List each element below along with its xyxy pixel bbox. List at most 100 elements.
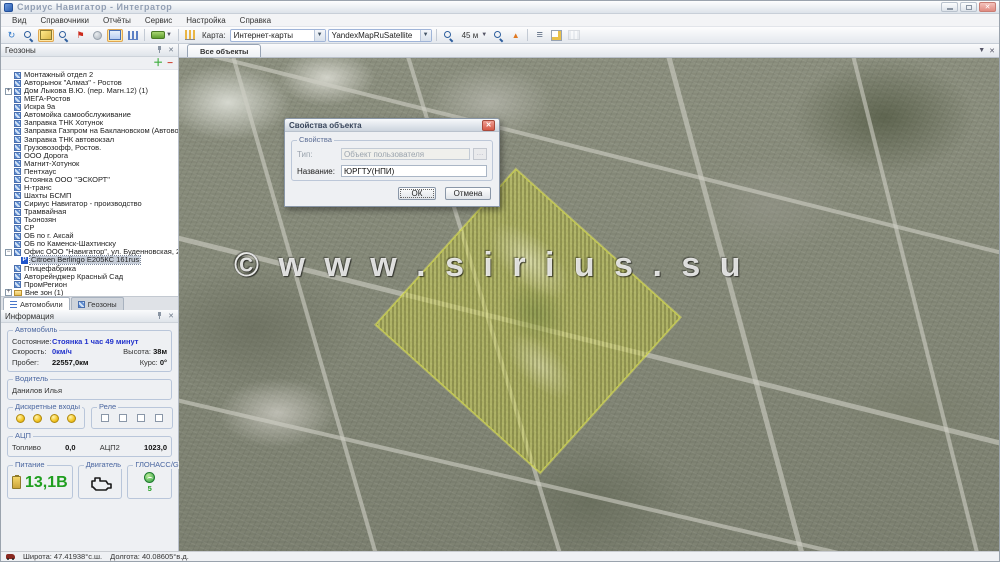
relay-checkbox[interactable]	[155, 414, 163, 422]
map-tab-all-objects[interactable]: Все объекты	[187, 44, 261, 57]
add-geozone-button[interactable]: ＋	[153, 59, 163, 68]
refresh-icon[interactable]	[4, 29, 19, 42]
menu-bar: ВидСправочникиОтчётыСервисНастройкаСправ…	[1, 14, 999, 27]
dialog-title-bar[interactable]: Свойства объекта ✕	[285, 119, 499, 132]
relay-checkbox[interactable]	[137, 414, 145, 422]
zoom-level-icon[interactable]: 45 м▼	[458, 29, 490, 42]
geozone-tree: Монтажный отдел 2Авторынок "Алмаз" - Рос…	[1, 70, 178, 296]
battery-icon	[12, 476, 21, 489]
vehicle-icon[interactable]: ▼	[149, 29, 174, 42]
expander-icon[interactable]: +	[5, 289, 12, 296]
close-button[interactable]: ✕	[979, 2, 996, 12]
measure-icon[interactable]	[125, 29, 140, 42]
chevron-down-icon[interactable]: ▼	[314, 30, 325, 41]
driver-group-label: Водитель	[13, 375, 50, 383]
watermark: © w w w . s i r i u s . s u	[234, 246, 745, 285]
zoom-window-icon[interactable]	[56, 29, 71, 42]
map-area: Все объекты ▼ ✕ © w w w . s i r i u s . …	[179, 44, 999, 551]
relay-group: Реле	[91, 407, 173, 429]
map-layer-combobox[interactable]: YandexMapRuSatellite ▼	[328, 29, 432, 42]
expander-icon[interactable]: +	[5, 88, 12, 95]
zoom-mode-icon[interactable]	[21, 29, 36, 42]
zone-icon	[14, 136, 21, 143]
pin-icon[interactable]	[156, 312, 163, 320]
route-icon[interactable]	[508, 29, 523, 42]
dialog-close-button[interactable]: ✕	[482, 120, 495, 131]
map-select-icon[interactable]	[38, 29, 54, 42]
chart-icon[interactable]	[183, 29, 198, 42]
zoom-in-icon[interactable]	[441, 29, 456, 42]
zone-icon	[14, 72, 21, 79]
driver-name: Данилов Илья	[12, 386, 62, 395]
zoom-out-icon[interactable]	[491, 29, 506, 42]
car-icon	[6, 554, 15, 559]
relay-checkbox[interactable]	[119, 414, 127, 422]
map-source-combobox[interactable]: Интернет-карты ▼	[230, 29, 326, 42]
chevron-down-icon[interactable]: ▼	[978, 47, 985, 54]
power-group-label: Питание	[13, 461, 47, 469]
tab-geozones[interactable]: Геозоны	[71, 297, 124, 310]
relay-group-label: Реле	[97, 403, 118, 411]
menu-item[interactable]: Справочники	[33, 16, 95, 25]
clear-icon[interactable]	[90, 29, 105, 42]
menu-item[interactable]: Сервис	[138, 16, 179, 25]
name-field[interactable]	[341, 165, 487, 177]
type-field	[341, 148, 470, 160]
pin-icon[interactable]	[156, 46, 163, 54]
geozone-icon	[78, 301, 85, 308]
cancel-button[interactable]: Отмена	[445, 187, 491, 200]
app-window: Сириус Навигатор - Интегратор ✕ ВидСправ…	[0, 0, 1000, 562]
map-road	[656, 58, 826, 551]
adc-group: АЦП Топливо 0,0 АЦП2 1023,0	[7, 436, 172, 457]
info-panel-header: Информация ✕	[1, 310, 178, 323]
toolbar-left-group: ▼	[4, 29, 198, 42]
menu-item[interactable]: Справка	[233, 16, 278, 25]
map-layer-value: YandexMapRuSatellite	[332, 31, 413, 40]
zone-icon	[14, 192, 21, 199]
satellite-map[interactable]: © w w w . s i r i u s . s u Свойства объ…	[179, 58, 999, 551]
tab-vehicles-label: Автомобили	[20, 300, 63, 309]
power-value: 13,1В	[25, 474, 68, 492]
discrete-inputs-leds	[12, 412, 80, 425]
geofence-polygon[interactable]	[375, 169, 680, 474]
zone-icon	[14, 209, 21, 216]
tab-vehicles[interactable]: Автомобили	[3, 297, 70, 310]
close-icon[interactable]: ✕	[989, 47, 995, 55]
browse-button: …	[473, 148, 487, 160]
input-led-icon	[33, 414, 42, 423]
zone-icon	[14, 152, 21, 159]
maximize-button[interactable]	[960, 2, 977, 12]
mileage-value: 22557,0км	[52, 358, 88, 367]
tree-item[interactable]: +Вне зон (1)	[1, 289, 178, 296]
menu-item[interactable]: Настройка	[179, 16, 232, 25]
toolbar-separator	[178, 29, 179, 41]
name-label: Название:	[297, 167, 341, 176]
geozones-panel-title: Геозоны	[5, 46, 36, 55]
chevron-down-icon[interactable]: ▼	[420, 30, 431, 41]
zone-icon	[14, 201, 21, 208]
map-road	[842, 58, 999, 551]
dialog-title: Свойства объекта	[289, 121, 362, 130]
properties-group-label: Свойства	[297, 136, 334, 144]
vehicle-group-label: Автомобиль	[13, 326, 59, 334]
minimize-button[interactable]	[941, 2, 958, 12]
ok-button[interactable]: ОК	[398, 187, 436, 200]
toolbar-right-group: 45 м▼	[441, 29, 583, 42]
course-label: Курс:	[140, 358, 158, 367]
expander-icon[interactable]: −	[5, 249, 12, 256]
zone-icon	[14, 104, 21, 111]
close-icon[interactable]: ✕	[168, 313, 174, 320]
menu-item[interactable]: Отчёты	[96, 16, 138, 25]
edit-icon[interactable]	[549, 29, 564, 42]
adc-group-label: АЦП	[13, 432, 33, 440]
relay-checkbox[interactable]	[101, 414, 109, 422]
zone-icon	[14, 176, 21, 183]
flag-icon[interactable]	[73, 29, 88, 42]
gps-group: ГЛОНАСС/GPS 5	[127, 465, 172, 499]
menu-item[interactable]: Вид	[5, 16, 33, 25]
fit-window-icon[interactable]	[107, 29, 123, 42]
discrete-inputs-label: Дискретные входы	[13, 403, 82, 411]
legend-icon[interactable]	[532, 29, 547, 42]
remove-geozone-button[interactable]: −	[167, 59, 173, 68]
close-icon[interactable]: ✕	[168, 47, 174, 54]
